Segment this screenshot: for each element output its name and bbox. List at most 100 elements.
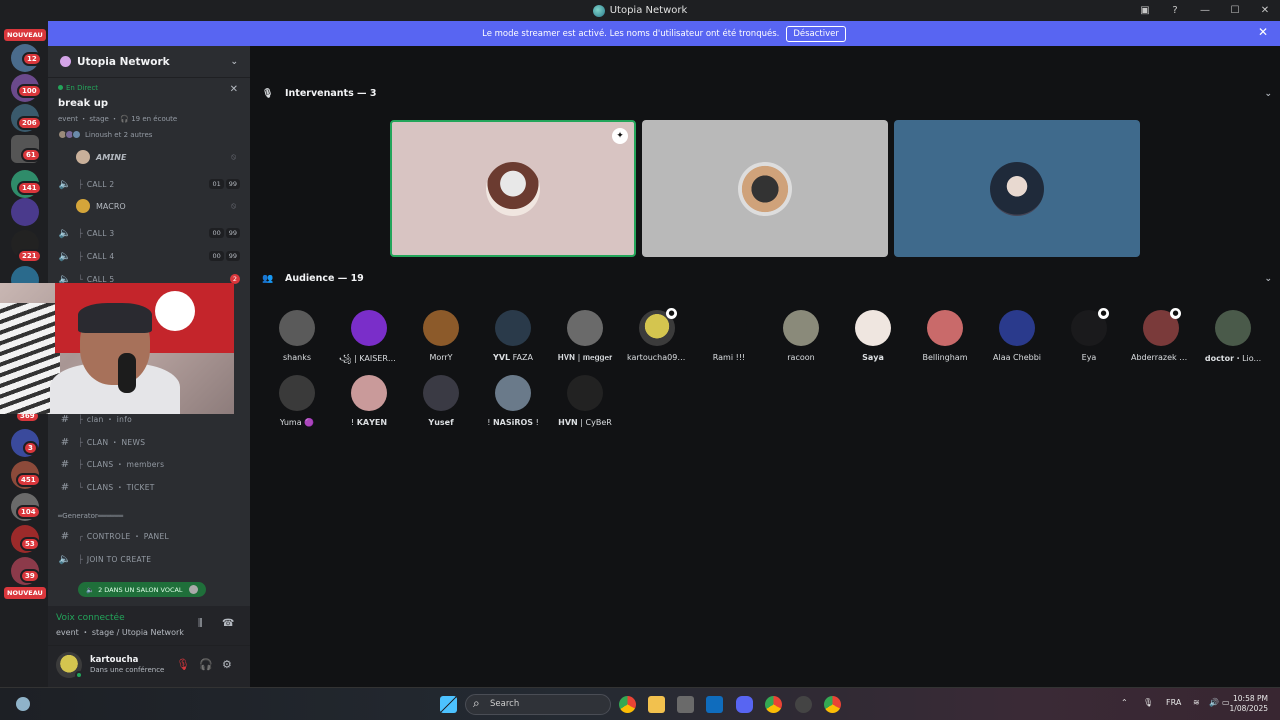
- channel-name: CLAN ・ NEWS: [86, 437, 146, 447]
- audience-member[interactable]: Alaa Chebbi: [987, 310, 1047, 362]
- tray-expand-icon[interactable]: ⌃: [1121, 698, 1128, 707]
- voice-users-text: 2 DANS UN SALON VOCAL: [98, 585, 183, 594]
- speaker-tile[interactable]: [642, 120, 888, 257]
- taskbar-clock[interactable]: 10:58 PM 1/08/2025: [1230, 694, 1268, 714]
- audience-member[interactable]: 𝗬𝗩𝗟 FAZA: [483, 310, 543, 362]
- user-limit-count: 99: [225, 179, 240, 189]
- audience-member[interactable]: 𝗦𝗮𝘆𝗮: [843, 310, 903, 362]
- channel-name: JOIN TO CREATE: [86, 554, 152, 564]
- audience-member[interactable]: 𝗱𝗼𝗰𝘁𝗼𝗿・Lio...: [1203, 310, 1263, 364]
- windows-taskbar: Search ⌃ 🎙 FRA ≋ 🔊 ▭ 10:58 PM 1/08/2025: [0, 687, 1280, 720]
- speaker-icon: 🔈: [58, 178, 72, 190]
- text-channel-clans-members[interactable]: # ├ CLANS ・ members: [58, 455, 240, 473]
- speaker-icon: 🔈: [58, 553, 72, 565]
- mic-muted-icon[interactable]: 🎙: [176, 658, 190, 671]
- voice-member[interactable]: MACRO ⦸: [76, 198, 236, 214]
- channel-name: CLANS ・ members: [86, 459, 165, 469]
- audience-member[interactable]: ! 𝗡𝗔𝗦𝗶𝗥𝗢𝗦 !: [483, 375, 543, 427]
- file-explorer-icon[interactable]: [648, 696, 665, 713]
- outlook-icon[interactable]: [706, 696, 723, 713]
- voice-channel-join-to-create[interactable]: 🔈 ├ JOIN TO CREATE: [58, 550, 240, 568]
- audience-member[interactable]: 𝐇𝐕𝐍 | 𝐦𝐞𝐠𝐠𝐞𝐫: [555, 310, 615, 363]
- audience-member[interactable]: shanks: [267, 310, 327, 362]
- text-channel-controle-panel[interactable]: # ╭ CONTROLE ・ PANEL: [58, 527, 240, 545]
- language-indicator[interactable]: FRA: [1166, 698, 1181, 707]
- noise-suppression-icon[interactable]: ⫼: [198, 618, 203, 629]
- close-button[interactable]: ✕: [1250, 5, 1280, 16]
- disconnect-icon[interactable]: ☎: [222, 618, 234, 629]
- help-icon[interactable]: ?: [1160, 5, 1190, 16]
- discord-icon[interactable]: [736, 696, 753, 713]
- speaker-tile[interactable]: [894, 120, 1140, 257]
- audience-section-header[interactable]: 👥 Audience — 19 ⌄: [262, 273, 1272, 284]
- member-name: 𝘼𝙈𝙄𝙉𝙀: [96, 152, 127, 162]
- audience-member[interactable]: 𝗛𝗩𝗡 | CyBeR: [555, 375, 615, 427]
- channel-name: CLANS ・ TICKET: [86, 482, 155, 492]
- chrome-icon[interactable]: [619, 696, 636, 713]
- audience-member[interactable]: Bellingham: [915, 310, 975, 362]
- unread-badge: 12: [22, 52, 42, 66]
- battery-icon[interactable]: ▭: [1222, 698, 1230, 707]
- text-channel-clan-news[interactable]: # ├ CLAN ・ NEWS: [58, 433, 240, 451]
- live-event-card[interactable]: En Direct break up event ・ stage ・ 🎧 19 …: [58, 84, 240, 139]
- audience-member[interactable]: 𝗬𝘂𝘀𝗲𝗳: [411, 375, 471, 427]
- user-panel: kartoucha Dans une conférence 🎙 🎧 ⚙: [48, 646, 250, 687]
- settings-gear-icon[interactable]: ⚙: [222, 658, 232, 671]
- volume-icon[interactable]: 🔊: [1209, 698, 1219, 707]
- audience-member[interactable]: ● Abderrazek c...: [1131, 308, 1191, 362]
- member-name: Bellingham: [922, 353, 968, 362]
- audience-member[interactable]: ● kartoucha09_...: [627, 308, 687, 362]
- mic-icon: ●: [666, 308, 677, 319]
- speakers-section-header[interactable]: 🎙 Intervenants — 3 ⌄: [262, 88, 1272, 99]
- audience-member[interactable]: Yuma 🟣: [267, 375, 327, 427]
- audience-member[interactable]: ● Eya: [1059, 308, 1119, 362]
- headphones-icon[interactable]: 🎧: [199, 658, 213, 671]
- voice-users-pill[interactable]: 🔈 2 DANS UN SALON VOCAL: [78, 582, 206, 597]
- voice-location[interactable]: event ・ stage / Utopia Network: [56, 627, 184, 638]
- username[interactable]: kartoucha: [90, 655, 138, 665]
- new-badge: NOUVEAU: [4, 29, 46, 41]
- speaker-tile[interactable]: ✦: [390, 120, 636, 257]
- clock-time: 10:58 PM: [1233, 694, 1268, 703]
- voice-status[interactable]: Voix connectée: [56, 613, 125, 623]
- start-icon[interactable]: [440, 696, 457, 713]
- audience-member[interactable]: Rami !!!: [699, 310, 759, 362]
- member-name: shanks: [282, 353, 311, 362]
- unread-badge: 61: [21, 148, 41, 162]
- chrome-profile-icon[interactable]: [765, 696, 782, 713]
- inbox-icon[interactable]: ▣: [1130, 5, 1160, 16]
- store-icon[interactable]: [677, 696, 694, 713]
- audience-member[interactable]: MorrY: [411, 310, 471, 362]
- chevron-down-icon: ⌄: [1264, 88, 1272, 99]
- close-icon[interactable]: ✕: [230, 84, 238, 95]
- voice-member[interactable]: 𝘼𝙈𝙄𝙉𝙀 ⦸: [76, 149, 236, 165]
- speaker-icon: 🔈: [58, 227, 72, 239]
- voice-channel-call-4[interactable]: 🔈 ├ CALL 4 00 99: [58, 247, 240, 265]
- audience-member[interactable]: ꧁ | KAISER_A...: [339, 310, 399, 369]
- audience-member[interactable]: racoon: [771, 310, 831, 362]
- member-name: Eya: [1081, 353, 1097, 362]
- obs-icon[interactable]: [795, 696, 812, 713]
- category-generator[interactable]: ═Generator══════: [58, 512, 123, 520]
- member-name: Abderrazek c...: [1131, 353, 1191, 362]
- taskbar-search[interactable]: Search: [465, 694, 611, 715]
- server-header[interactable]: Utopia Network ⌄: [48, 46, 250, 78]
- user-limit: 00 99: [209, 251, 240, 261]
- voice-connection-panel: Voix connectée event ・ stage / Utopia Ne…: [48, 606, 250, 646]
- microphone-icon[interactable]: 🎙: [1143, 698, 1153, 707]
- server-icon[interactable]: [11, 198, 39, 226]
- banner-close-icon[interactable]: ✕: [1258, 25, 1268, 39]
- disable-streamer-button[interactable]: Désactiver: [786, 25, 846, 42]
- avatar: [423, 310, 459, 346]
- voice-channel-call-3[interactable]: 🔈 ├ CALL 3 00 99: [58, 224, 240, 242]
- member-name: MACRO: [96, 201, 126, 211]
- chrome-window-icon[interactable]: [824, 696, 841, 713]
- minimize-button[interactable]: —: [1190, 5, 1220, 16]
- text-channel-clans-ticket[interactable]: # └ CLANS ・ TICKET: [58, 478, 240, 496]
- wifi-icon[interactable]: ≋: [1193, 698, 1200, 707]
- voice-channel-call-2[interactable]: 🔈 ├ CALL 2 01 99: [58, 175, 240, 193]
- maximize-button[interactable]: ☐: [1220, 5, 1250, 16]
- weather-icon[interactable]: [16, 697, 30, 711]
- audience-member[interactable]: ! 𝗞𝗔𝗬𝗘𝗡: [339, 375, 399, 427]
- channel-name: CALL 3: [86, 228, 115, 238]
